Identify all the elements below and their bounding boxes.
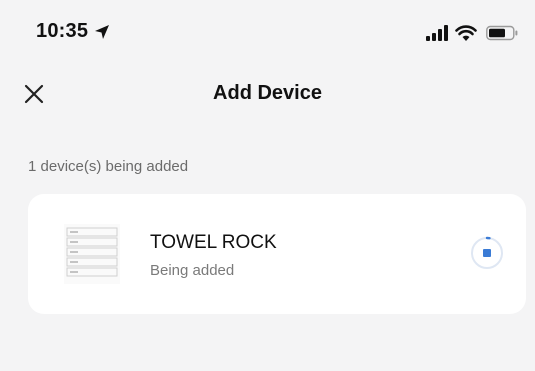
status-bar: 10:35: [0, 0, 535, 64]
stop-progress-icon[interactable]: [470, 236, 504, 270]
status-time: 10:35: [36, 20, 89, 42]
device-name: TOWEL ROCK: [150, 232, 277, 253]
device-status: Being added: [150, 262, 235, 279]
location-arrow-icon: [95, 25, 109, 39]
wifi-icon: [455, 25, 477, 41]
cellular-signal-icon: [426, 25, 448, 41]
page-title: Add Device: [213, 82, 322, 104]
battery-icon: [486, 25, 518, 41]
nav-bar: Add Device: [0, 70, 535, 120]
device-card[interactable]: TOWEL ROCK Being added: [28, 194, 526, 314]
device-thumbnail-icon: [64, 224, 120, 284]
section-label: 1 device(s) being added: [28, 158, 189, 175]
